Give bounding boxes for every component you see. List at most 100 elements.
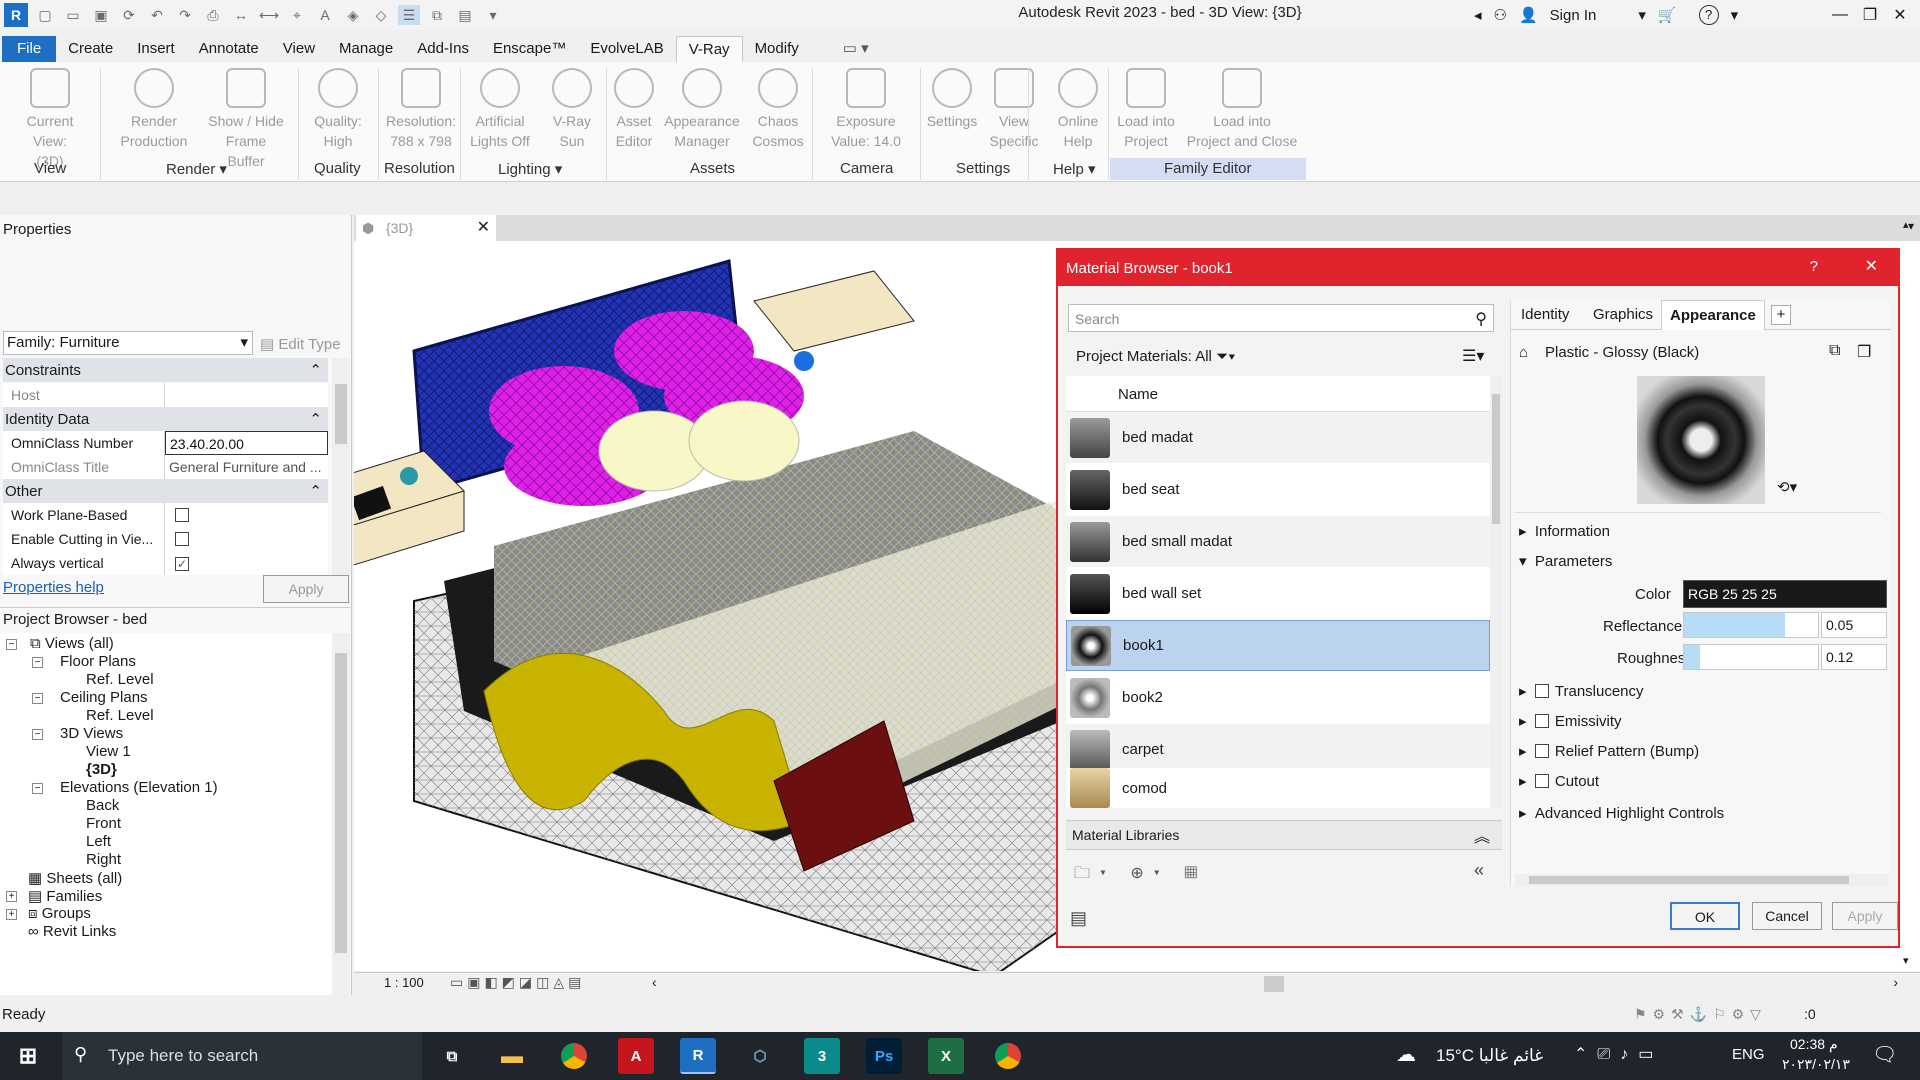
viewport-scroll-down-icon[interactable]: ▾ <box>1903 954 1909 967</box>
autocad-icon[interactable]: A <box>618 1038 654 1074</box>
translucency-section[interactable]: ▸ Translucency <box>1519 682 1644 700</box>
artificial-lights-button[interactable]: Artificial Lights Off <box>460 68 540 151</box>
material-libraries-bar[interactable]: Material Libraries ︽ <box>1066 820 1502 850</box>
render-production-button[interactable]: Render Production <box>114 68 194 151</box>
collapse-toggle-icon[interactable]: − <box>32 693 43 704</box>
group-render[interactable]: Render ▾ <box>166 160 227 178</box>
tab-view[interactable]: View <box>271 36 327 62</box>
file-explorer-icon[interactable]: ▬ <box>494 1038 530 1074</box>
enable-cutting-checkbox[interactable] <box>175 532 189 546</box>
tree-item-view-1[interactable]: View 1 <box>86 743 131 760</box>
dimension-icon[interactable]: ⟷ <box>258 5 280 25</box>
tab-vray[interactable]: V-Ray <box>675 36 743 62</box>
quality-button[interactable]: Quality: High <box>298 68 378 151</box>
switch-windows-icon[interactable]: ▤ <box>454 5 476 25</box>
chrome-profile-icon[interactable] <box>990 1038 1026 1074</box>
work-plane-checkbox[interactable] <box>175 508 189 522</box>
relief-checkbox[interactable] <box>1534 744 1549 758</box>
roughness-slider[interactable] <box>1683 644 1819 670</box>
tag-icon[interactable]: ⌖ <box>286 5 308 25</box>
translucency-checkbox[interactable] <box>1534 684 1549 698</box>
print-icon[interactable]: ⎙ <box>202 5 224 25</box>
measure-icon[interactable]: ↔ <box>230 5 252 25</box>
redo-icon[interactable]: ↷ <box>174 5 196 25</box>
ok-button[interactable]: OK <box>1670 902 1740 930</box>
properties-scrollbar[interactable] <box>332 358 350 580</box>
collapse-toggle-icon[interactable]: − <box>32 783 43 794</box>
duplicate-asset-icon[interactable]: ❐ <box>1857 342 1871 362</box>
current-view-button[interactable]: Current View: (3D) <box>10 68 90 171</box>
reflectance-slider[interactable] <box>1683 612 1819 638</box>
tab-add-ins[interactable]: Add-Ins <box>405 36 481 62</box>
view-tab-3d[interactable]: ⬢ {3D} ✕ <box>356 215 496 241</box>
sync-icon[interactable]: ⟳ <box>118 5 140 25</box>
material-editor-icon[interactable]: ▤ <box>1070 908 1087 929</box>
help-icon[interactable]: ? <box>1698 5 1719 25</box>
revit-logo-icon[interactable]: R <box>4 3 28 27</box>
viewport-scroll-up-icon[interactable]: ▴ <box>1903 218 1909 231</box>
load-and-close-button[interactable]: Load into Project and Close <box>1180 68 1304 151</box>
material-row-carpet[interactable]: carpet <box>1066 724 1490 768</box>
edit-type-button[interactable]: ▤ Edit Type <box>260 335 341 353</box>
revit-icon[interactable]: R <box>680 1038 716 1074</box>
weather-text[interactable]: 15°C غائم غالبا <box>1436 1046 1543 1066</box>
group-lighting[interactable]: Lighting ▾ <box>498 160 562 178</box>
preview-options-icon[interactable]: ⟲▾ <box>1777 478 1797 496</box>
section-constraints[interactable]: Constraints ⌃ <box>3 358 328 382</box>
relief-pattern-section[interactable]: ▸ Relief Pattern (Bump) <box>1519 742 1699 760</box>
expand-toggle-icon[interactable]: + <box>6 891 17 902</box>
material-search-input[interactable]: Search ⚲ <box>1068 304 1494 332</box>
omniclass-number-field[interactable]: 23.40.20.00 <box>165 431 328 455</box>
replace-asset-icon[interactable]: ⧉ <box>1829 342 1840 360</box>
binoculars-icon[interactable]: ⚇ <box>1494 6 1507 24</box>
material-row-bed-wall-set[interactable]: bed wall set <box>1066 568 1490 619</box>
material-row-bed-seat[interactable]: bed seat <box>1066 464 1490 515</box>
tree-item-views[interactable]: ⧉ Views (all) <box>30 635 114 652</box>
tree-item-back[interactable]: Back <box>86 797 119 814</box>
navisworks-icon[interactable]: ⬡ <box>742 1038 778 1074</box>
tree-item-groups[interactable]: ⧈ Groups <box>28 905 91 922</box>
tree-item-ceiling-plans[interactable]: Ceiling Plans <box>60 689 148 706</box>
close-icon[interactable]: ✕ <box>1880 0 1920 30</box>
tab-manage[interactable]: Manage <box>327 36 405 62</box>
section-other[interactable]: Other ⌃ <box>3 479 328 503</box>
close-hidden-icon[interactable]: ⧉ <box>426 5 448 25</box>
material-row-book1[interactable]: book1 <box>1066 620 1490 671</box>
clock-time[interactable]: 02:38 م <box>1790 1036 1838 1053</box>
save-icon[interactable]: ▣ <box>90 5 112 25</box>
thin-lines-icon[interactable]: ☰ <box>398 5 420 25</box>
resolution-button[interactable]: Resolution: 788 x 798 <box>378 68 464 151</box>
taskbar-search-box[interactable]: ⚲ Type here to search <box>62 1032 422 1080</box>
material-row-book2[interactable]: book2 <box>1066 672 1490 723</box>
tab-annotate[interactable]: Annotate <box>187 36 271 62</box>
dropdown-arrow-icon[interactable]: ▾ <box>1638 6 1646 24</box>
material-row-bed-madat[interactable]: bed madat <box>1066 412 1490 463</box>
tree-item-revit-links[interactable]: ∞ Revit Links <box>28 923 116 940</box>
expand-toggle-icon[interactable]: + <box>6 909 17 920</box>
home-icon[interactable]: ▢ <box>34 5 56 25</box>
properties-apply-button[interactable]: Apply <box>263 575 349 603</box>
tab-evolvelab[interactable]: EvolveLAB <box>578 36 675 62</box>
tree-item-families[interactable]: ▤ Families <box>28 887 102 905</box>
collapse-up-icon[interactable]: ︽ <box>1474 823 1490 847</box>
language-indicator[interactable]: ENG <box>1732 1046 1765 1063</box>
tree-item-right[interactable]: Right <box>86 851 121 868</box>
tree-item-ref-level-ceiling[interactable]: Ref. Level <box>86 707 154 724</box>
tree-item-3d-current[interactable]: {3D} <box>86 761 117 778</box>
parameters-section[interactable]: ▾ Parameters <box>1519 552 1612 570</box>
list-view-icon[interactable]: ☰▾ <box>1462 346 1484 366</box>
column-name[interactable]: Name <box>1118 386 1158 403</box>
weather-icon[interactable]: ☁ <box>1396 1042 1416 1067</box>
tree-item-3d-views[interactable]: 3D Views <box>60 725 123 742</box>
sign-in-link[interactable]: Sign In <box>1550 7 1597 24</box>
emissivity-section[interactable]: ▸ Emissivity <box>1519 712 1622 730</box>
cutout-checkbox[interactable] <box>1534 774 1549 788</box>
windows-start-icon[interactable]: ⊞ <box>10 1038 46 1074</box>
always-vertical-checkbox[interactable]: ✓ <box>175 557 189 571</box>
tab-insert[interactable]: Insert <box>125 36 187 62</box>
photoshop-icon[interactable]: Ps <box>866 1038 902 1074</box>
cutout-section[interactable]: ▸ Cutout <box>1519 772 1599 790</box>
tree-item-sheets[interactable]: ▦ Sheets (all) <box>28 869 122 887</box>
clock-date[interactable]: ٢٠٢٣/٠٢/١٣ <box>1782 1056 1850 1073</box>
tab-identity[interactable]: Identity <box>1521 306 1569 323</box>
